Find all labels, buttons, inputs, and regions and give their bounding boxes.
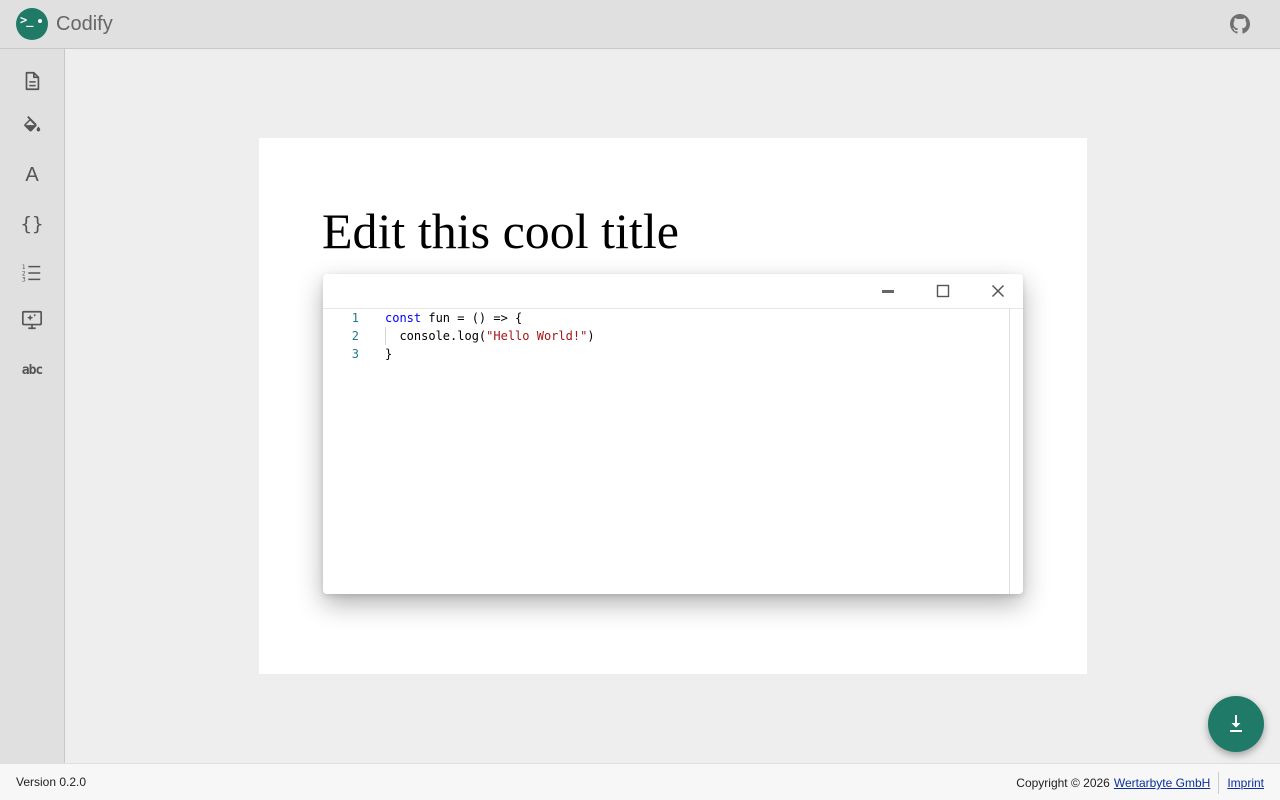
line-number: 1: [351, 311, 359, 325]
sidebar: A {} 123 abc: [0, 49, 65, 763]
code-token: }: [385, 347, 393, 361]
code-window: 1 2 3 const fun = () => { console.log("H…: [323, 274, 1023, 594]
document-icon[interactable]: [16, 65, 48, 97]
window-title-bar[interactable]: [323, 274, 1023, 309]
line-number: 3: [351, 347, 359, 361]
font-icon[interactable]: A: [16, 159, 48, 191]
app-title: Codify: [56, 13, 113, 35]
code-token: console.log(: [385, 329, 487, 343]
app-logo: >_: [16, 8, 48, 40]
code-braces-icon[interactable]: {}: [16, 208, 48, 240]
svg-text:3: 3: [22, 277, 26, 284]
line-number: 2: [351, 329, 359, 343]
code-editor[interactable]: 1 2 3 const fun = () => { console.log("H…: [323, 309, 1023, 594]
imprint-link[interactable]: Imprint: [1227, 776, 1264, 790]
numbered-list-icon[interactable]: 123: [16, 257, 48, 289]
presentation-icon[interactable]: [16, 304, 48, 336]
code-line: console.log("Hello World!"): [385, 329, 595, 343]
page-title[interactable]: Edit this cool title: [322, 202, 679, 260]
footer: Version 0.2.0 Copyright © 2026 Wertarbyt…: [0, 763, 1280, 800]
paint-bucket-icon[interactable]: [16, 110, 48, 142]
top-app-bar: >_ Codify: [0, 0, 1280, 49]
logo-dot: [38, 19, 42, 23]
editor-scrollbar[interactable]: [1009, 309, 1010, 594]
download-icon: [1230, 715, 1242, 732]
document-canvas: Edit this cool title 1 2 3 const fun = (…: [259, 138, 1087, 674]
logo-glyph: >_: [20, 13, 33, 27]
close-icon[interactable]: [989, 282, 1007, 300]
footer-divider: [1218, 772, 1220, 794]
code-token: ): [587, 329, 595, 343]
copyright: Copyright © 2026 Wertarbyte GmbH Imprint: [1016, 772, 1264, 794]
download-button[interactable]: [1208, 696, 1264, 752]
string-token: "Hello World!": [486, 329, 588, 343]
company-link[interactable]: Wertarbyte GmbH: [1114, 776, 1210, 790]
version-label: Version 0.2.0: [16, 775, 87, 789]
code-token: fun = () => {: [421, 311, 523, 325]
code-line: }: [385, 347, 392, 361]
abc-icon[interactable]: abc: [16, 354, 48, 386]
github-icon[interactable]: [1228, 12, 1252, 36]
code-line: const fun = () => {: [385, 311, 522, 325]
copyright-text: Copyright © 2026: [1016, 776, 1110, 790]
maximize-icon[interactable]: [934, 282, 952, 300]
minimize-icon[interactable]: [879, 282, 897, 300]
keyword-token: const: [385, 311, 422, 325]
